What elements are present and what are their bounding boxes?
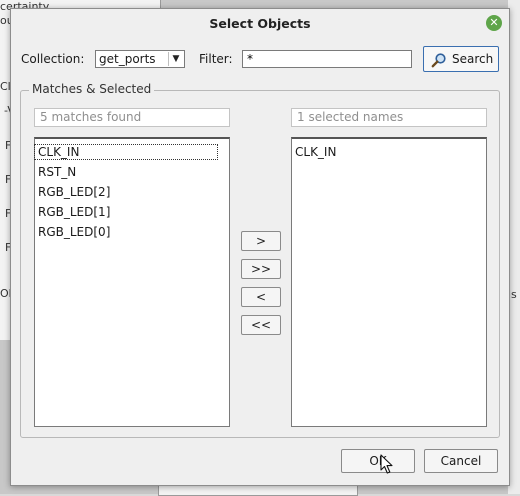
dialog-title: Select Objects: [209, 16, 311, 31]
selected-list[interactable]: CLK_IN: [291, 137, 487, 427]
close-icon[interactable]: ✕: [486, 15, 502, 31]
list-item[interactable]: RGB_LED[2]: [38, 185, 110, 199]
dialog-titlebar[interactable]: Select Objects ✕: [11, 9, 509, 37]
matches-count: 5 matches found: [34, 108, 230, 127]
cancel-button[interactable]: Cancel: [424, 449, 498, 473]
group-title: Matches & Selected: [29, 82, 155, 96]
selected-count: 1 selected names: [291, 108, 487, 127]
remove-selected-button[interactable]: <: [241, 287, 281, 307]
chevron-down-icon[interactable]: ▼: [168, 52, 183, 66]
remove-all-button[interactable]: <<: [241, 315, 281, 335]
add-all-button[interactable]: >>: [241, 259, 281, 279]
mouse-pointer-icon: [380, 454, 393, 474]
add-selected-button[interactable]: >: [241, 231, 281, 251]
list-item[interactable]: RGB_LED[1]: [38, 205, 110, 219]
list-item[interactable]: RST_N: [38, 165, 76, 179]
matches-list[interactable]: CLK_IN RST_N RGB_LED[2] RGB_LED[1] RGB_L…: [34, 137, 230, 427]
search-button-label: Search: [452, 52, 494, 66]
collection-label: Collection:: [21, 52, 85, 66]
select-objects-dialog: Select Objects ✕ Collection: get_ports ▼…: [10, 8, 510, 486]
ok-button[interactable]: OK: [341, 449, 415, 473]
list-item[interactable]: CLK_IN: [295, 145, 336, 159]
search-icon: [431, 53, 446, 68]
search-button[interactable]: Search: [423, 46, 499, 72]
list-item[interactable]: CLK_IN: [34, 144, 218, 160]
collection-select[interactable]: get_ports ▼: [95, 50, 185, 68]
filter-label: Filter:: [199, 52, 233, 66]
filter-input[interactable]: [242, 50, 412, 68]
collection-value: get_ports: [99, 52, 156, 66]
list-item[interactable]: RGB_LED[0]: [38, 225, 110, 239]
